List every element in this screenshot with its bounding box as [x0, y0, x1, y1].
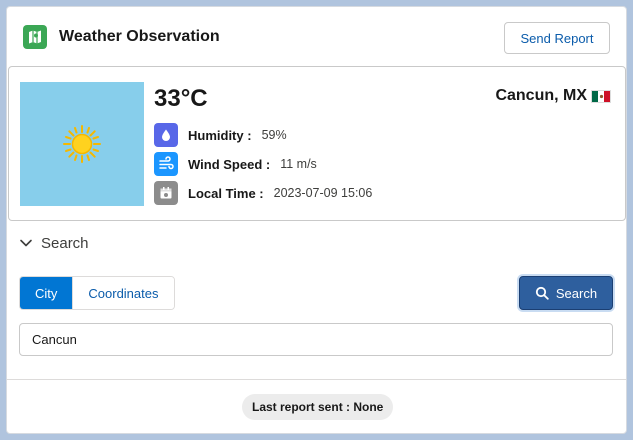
humidity-label: Humidity : — [188, 127, 252, 143]
tab-coordinates[interactable]: Coordinates — [72, 277, 174, 309]
local-time-row: Local Time : 2023-07-09 15:06 — [154, 181, 372, 205]
sun-icon — [63, 125, 101, 163]
wind-speed-row: Wind Speed : 11 m/s — [154, 152, 317, 176]
calendar-icon — [154, 181, 178, 205]
footer-divider — [7, 379, 626, 380]
search-icon — [535, 286, 549, 300]
map-icon — [23, 25, 47, 49]
card-title: Weather Observation — [59, 28, 220, 45]
mexico-flag-icon — [591, 89, 611, 103]
wind-speed-label: Wind Speed : — [188, 156, 271, 172]
tab-city[interactable]: City — [20, 277, 73, 309]
wind-icon — [154, 152, 178, 176]
search-section-title: Search — [41, 234, 89, 252]
weather-summary: 33°C Cancun, MX Humidity : 59% Wind Spee… — [8, 66, 626, 221]
humidity-row: Humidity : 59% — [154, 123, 287, 147]
location-name: Cancun, MX — [495, 87, 587, 104]
weather-card: Weather Observation Send Report 33°C Can… — [6, 6, 627, 434]
humidity-value: 59% — [261, 128, 287, 142]
wind-speed-value: 11 m/s — [280, 157, 317, 171]
location: Cancun, MX — [495, 87, 611, 105]
water-drop-icon — [154, 123, 178, 147]
search-button-label: Search — [555, 285, 598, 301]
temperature-value: 33°C — [154, 85, 208, 112]
local-time-value: 2023-07-09 15:06 — [273, 186, 373, 200]
search-mode-toggle: City Coordinates — [19, 276, 175, 310]
search-section-toggle[interactable]: Search — [19, 232, 89, 254]
city-input[interactable] — [19, 323, 613, 356]
local-time-label: Local Time : — [188, 185, 264, 201]
last-report-badge: Last report sent : None — [242, 394, 394, 420]
card-header: Weather Observation Send Report — [7, 7, 626, 67]
chevron-down-icon — [20, 239, 32, 247]
search-button[interactable]: Search — [519, 276, 613, 310]
weather-condition-tile — [20, 82, 144, 206]
send-report-button[interactable]: Send Report — [504, 22, 610, 54]
